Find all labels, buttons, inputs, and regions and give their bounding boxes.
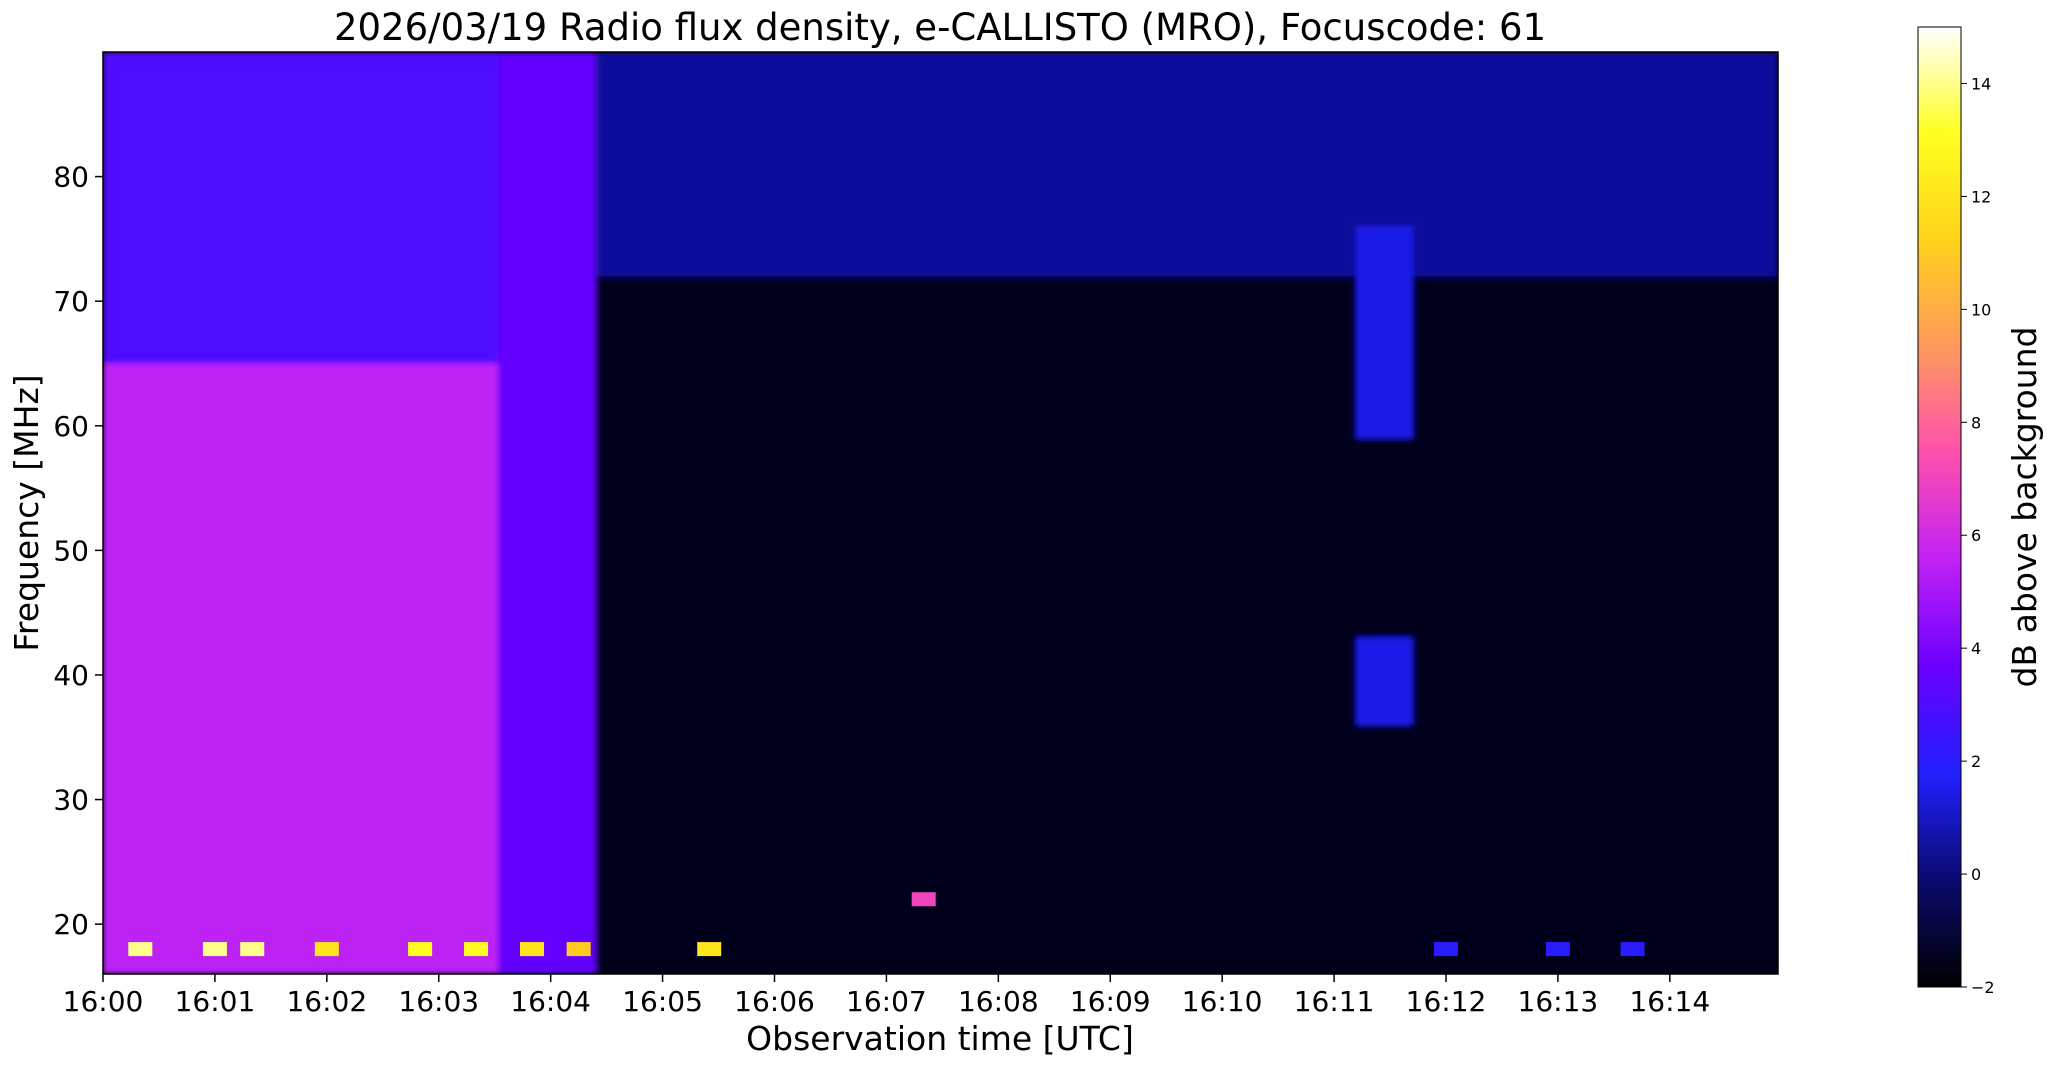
x-tick-label: 16:12: [1406, 985, 1487, 1018]
burst-mark-2: [240, 942, 265, 957]
x-tick-label: 16:14: [1629, 985, 1710, 1018]
y-tick-label: 50: [53, 534, 89, 567]
burst-mark-0: [128, 942, 153, 957]
colorbar-ticks: −2 0 2 4 6 8 10 12 14: [1961, 74, 1995, 997]
spectrogram-region-0: [103, 363, 499, 974]
burst-mark-12: [1620, 942, 1645, 957]
x-tick-label: 16:06: [734, 985, 815, 1018]
colorbar-tick-label: 10: [1971, 300, 1991, 319]
colorbar-tick-label: 0: [1971, 865, 1981, 884]
y-tick-label: 20: [53, 908, 89, 941]
x-tick-label: 16:03: [398, 985, 479, 1018]
spectrogram-region-3: [595, 276, 1778, 974]
colorbar-tick-label: 2: [1971, 752, 1981, 771]
x-tick-label: 16:04: [510, 985, 591, 1018]
burst-mark-6: [520, 942, 545, 957]
colorbar-tick-label: 12: [1971, 187, 1991, 206]
x-axis-label: Observation time [UTC]: [746, 1019, 1134, 1058]
x-tick-label: 16:01: [175, 985, 256, 1018]
x-tick-label: 16:00: [63, 985, 144, 1018]
burst-mark-5: [464, 942, 489, 957]
y-axis-label: Frequency [MHz]: [7, 374, 46, 651]
x-axis: 16:00 16:01 16:02 16:03 16:04 16:05 16:06 16:07…: [63, 974, 1710, 1018]
x-tick-label: 16:10: [1182, 985, 1263, 1018]
burst-mark-10: [1433, 942, 1458, 957]
burst-mark-9: [911, 892, 936, 907]
colorbar-tick-label: 6: [1971, 526, 1981, 545]
x-tick-label: 16:08: [958, 985, 1039, 1018]
y-tick-label: 30: [53, 784, 89, 817]
spectrogram-region-4: [595, 52, 1778, 277]
plot-area: [103, 52, 1778, 974]
y-tick-label: 40: [53, 659, 89, 692]
x-tick-label: 16:02: [286, 985, 367, 1018]
x-tick-label: 16:13: [1518, 985, 1599, 1018]
y-axis: 20 30 40 50 60 70 80: [53, 161, 103, 941]
y-tick-label: 70: [53, 285, 89, 318]
spectrogram-region-5: [1356, 226, 1413, 439]
colorbar-tick-label: 4: [1971, 639, 1981, 658]
x-tick-label: 16:11: [1294, 985, 1375, 1018]
colorbar-tick-label: 8: [1971, 413, 1981, 432]
colorbar-gradient: [1917, 26, 1962, 988]
spectrogram-region-1: [103, 52, 499, 364]
burst-mark-3: [314, 942, 339, 957]
figure-canvas: 2026/03/19 Radio flux density, e-CALLIST…: [7, 6, 2044, 1058]
colorbar-label: dB above background: [2005, 327, 2044, 688]
chart-title: 2026/03/19 Radio flux density, e-CALLIST…: [334, 6, 1546, 49]
spectrogram-region-2: [498, 52, 596, 974]
burst-mark-4: [408, 942, 433, 957]
x-tick-label: 16:09: [1070, 985, 1151, 1018]
y-tick-label: 80: [53, 161, 89, 194]
x-tick-label: 16:07: [846, 985, 927, 1018]
colorbar-tick-label: 14: [1971, 74, 1991, 93]
colorbar-tick-label: −2: [1971, 978, 1995, 997]
burst-mark-1: [202, 942, 227, 957]
colorbar: −2 0 2 4 6 8 10 12 14 dB above background: [1917, 26, 2044, 997]
burst-mark-8: [697, 942, 722, 957]
x-tick-label: 16:05: [622, 985, 703, 1018]
burst-mark-7: [566, 942, 591, 957]
y-tick-label: 60: [53, 410, 89, 443]
spectrogram-region-6: [1356, 637, 1413, 725]
burst-mark-11: [1545, 942, 1570, 957]
spectrogram-figure: 2026/03/19 Radio flux density, e-CALLIST…: [0, 0, 2047, 1067]
